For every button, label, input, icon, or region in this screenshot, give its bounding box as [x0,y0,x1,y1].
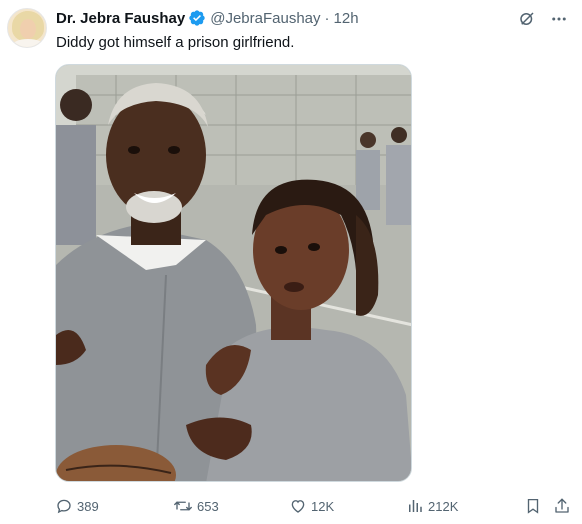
grok-icon[interactable] [516,8,538,30]
views-icon [406,497,424,515]
views-button[interactable]: 212K [406,494,458,518]
views-count: 212K [428,498,459,514]
tweet[interactable]: Dr. Jebra Faushay @JebraFaushay · 12h Di [0,0,582,524]
reply-button[interactable]: 389 [55,494,99,518]
repost-icon [173,497,193,515]
like-icon [289,497,307,515]
separator-dot: · [324,9,330,27]
action-bar: 389 653 12K 212K [0,494,582,518]
share-icon [553,497,571,515]
like-count: 12K [311,498,335,514]
tweet-photo[interactable] [55,64,412,482]
more-icon[interactable] [548,8,570,30]
repost-button[interactable]: 653 [173,494,219,518]
author-name[interactable]: Dr. Jebra Faushay [56,10,185,27]
top-icons [516,8,570,30]
reply-count: 389 [77,498,99,514]
tweet-header: Dr. Jebra Faushay @JebraFaushay · 12h [56,8,359,28]
like-button[interactable]: 12K [289,494,334,518]
timestamp[interactable]: 12h [334,10,359,27]
repost-count: 653 [197,498,219,514]
author-handle[interactable]: @JebraFaushay [210,10,320,27]
tweet-text: Diddy got himself a prison girlfriend. [56,34,295,51]
avatar[interactable] [7,8,47,48]
reply-icon [55,497,73,515]
share-button[interactable] [553,494,571,518]
verified-badge-icon[interactable] [188,9,206,27]
bookmark-icon [524,497,542,515]
bookmark-button[interactable] [524,494,542,518]
photo-illustration [56,65,411,481]
